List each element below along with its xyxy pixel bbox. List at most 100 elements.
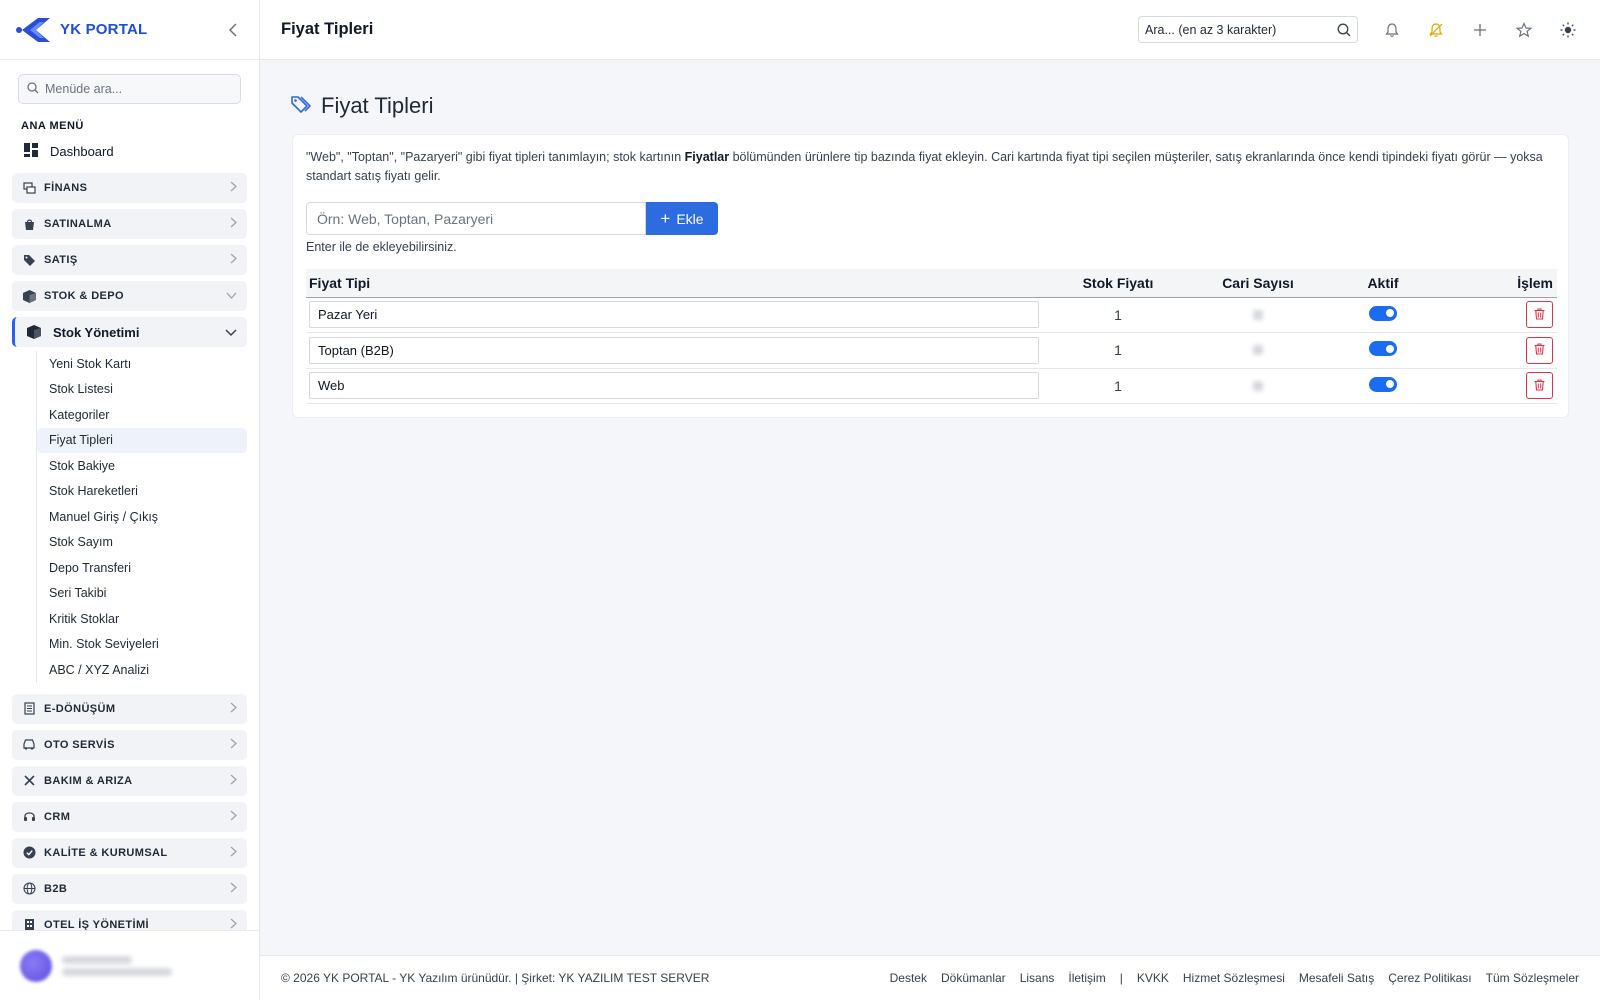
- sidebar-group-label: FİNANS: [44, 182, 88, 194]
- sidebar-group-satinalma[interactable]: SATINALMA: [12, 209, 247, 239]
- price-type-name-input[interactable]: [309, 372, 1039, 400]
- sidebar-subitem-yeni-stok-karti[interactable]: Yeni Stok Kartı: [37, 351, 247, 377]
- chevron-right-icon: [230, 882, 237, 896]
- user-info-redacted: [62, 952, 172, 980]
- sidebar-subitem-stok-hareketleri[interactable]: Stok Hareketleri: [37, 479, 247, 505]
- sidebar-subitem-abc-xyz-analizi[interactable]: ABC / XYZ Analizi: [37, 657, 247, 683]
- chevron-right-icon: [230, 846, 237, 860]
- footer-link-tum-sozlesmeler[interactable]: Tüm Sözleşmeler: [1486, 971, 1579, 985]
- car-icon: [22, 738, 36, 751]
- price-type-name-input[interactable]: [309, 336, 1039, 364]
- sidebar-group-label: B2B: [44, 882, 68, 895]
- price-type-name-input[interactable]: [309, 301, 1039, 329]
- sidebar-subitem-min-stok-seviyeleri[interactable]: Min. Stok Seviyeleri: [37, 632, 247, 658]
- delete-button[interactable]: [1526, 301, 1553, 329]
- sidebar: YK PORTAL ANA MENÜ Dashboard FİNANS SATIN…: [0, 0, 260, 1000]
- col-header-action: İşlem: [1517, 274, 1553, 291]
- sidebar-group-finans[interactable]: FİNANS: [12, 173, 247, 203]
- trash-icon: [1534, 378, 1545, 394]
- price-type-input[interactable]: [306, 202, 646, 235]
- sidebar-group-label: STOK & DEPO: [44, 290, 124, 302]
- sidebar-subitem-depo-transferi[interactable]: Depo Transferi: [37, 555, 247, 581]
- col-header-stock-price: Stok Fiyatı: [1082, 274, 1154, 291]
- sidebar-group-label: OTEL İŞ YÖNETİMİ: [44, 918, 150, 931]
- sidebar-item-stok-yonetimi[interactable]: Stok Yönetimi: [12, 317, 247, 347]
- global-search-input[interactable]: [1145, 22, 1325, 37]
- cell-stock-price: 1: [1048, 297, 1188, 333]
- add-row: + Ekle: [306, 202, 1555, 235]
- sidebar-group-label: SATINALMA: [44, 218, 112, 230]
- sidebar-subitem-fiyat-tipleri[interactable]: Fiyat Tipleri: [37, 427, 247, 453]
- menu-search: [18, 74, 241, 104]
- sidebar-item-dashboard[interactable]: Dashboard: [24, 140, 259, 162]
- plus-icon[interactable]: [1468, 18, 1492, 42]
- sidebar-subitem-stok-sayim[interactable]: Stok Sayım: [37, 530, 247, 556]
- sun-icon[interactable]: [1556, 18, 1580, 42]
- chevron-right-icon: [230, 702, 237, 716]
- purchase-icon: [22, 218, 36, 231]
- box-icon: [22, 289, 36, 303]
- search-icon[interactable]: [1337, 23, 1351, 37]
- menu-search-input[interactable]: [45, 82, 225, 96]
- page-title: Fiyat Tipleri: [281, 20, 374, 38]
- bell-icon[interactable]: [1380, 18, 1404, 42]
- top-bar: Fiyat Tipleri: [260, 0, 1600, 60]
- document-icon: [22, 702, 36, 715]
- finance-icon: [22, 181, 36, 195]
- table-header-row: Fiyat Tipi Stok Fiyatı Cari Sayısı Aktif…: [306, 269, 1557, 297]
- footer-link-mesafeli-satis[interactable]: Mesafeli Satış: [1299, 971, 1374, 985]
- sidebar-group-b2b[interactable]: B2B: [12, 873, 247, 904]
- star-icon[interactable]: [1512, 18, 1536, 42]
- cari-count-redacted: [1253, 345, 1263, 356]
- cell-active: [1328, 332, 1438, 369]
- cell-cari-count: [1188, 332, 1328, 369]
- chevron-down-icon: [225, 325, 237, 340]
- sidebar-group-e-donusum[interactable]: E-DÖNÜŞÜM: [12, 693, 247, 724]
- sidebar-group-oto-servis[interactable]: OTO SERVİS: [12, 729, 247, 760]
- active-toggle[interactable]: [1369, 376, 1397, 392]
- main-content: Fiyat Tipleri "Web", "Toptan", "Pazaryer…: [260, 60, 1600, 955]
- sidebar-subitem-stok-bakiye[interactable]: Stok Bakiye: [37, 453, 247, 479]
- sidebar-subitem-manuel-giris-cikis[interactable]: Manuel Giriş / Çıkış: [37, 504, 247, 530]
- tags-icon: [291, 95, 313, 118]
- bell-off-icon[interactable]: [1424, 18, 1448, 42]
- table-row: 1: [306, 297, 1557, 333]
- sidebar-subitem-kritik-stoklar[interactable]: Kritik Stoklar: [37, 606, 247, 632]
- active-toggle[interactable]: [1369, 305, 1397, 321]
- user-panel[interactable]: [0, 930, 259, 1000]
- sidebar-group-crm[interactable]: CRM: [12, 801, 247, 832]
- plus-icon: +: [660, 209, 671, 228]
- sidebar-subitem-seri-takibi[interactable]: Seri Takibi: [37, 581, 247, 607]
- sidebar-subitem-kategoriler[interactable]: Kategoriler: [37, 402, 247, 428]
- sidebar-group-bakim-ariza[interactable]: BAKIM & ARIZA: [12, 765, 247, 796]
- chevron-right-icon: [230, 774, 237, 788]
- footer-link-iletisim[interactable]: İletişim: [1068, 971, 1105, 985]
- footer-links: Destek Dökümanlar Lisans İletişim | KVKK Hizme…: [876, 971, 1579, 985]
- trash-icon: [1534, 342, 1545, 358]
- cell-action: [1438, 368, 1557, 404]
- page-heading-text: Fiyat Tipleri: [321, 93, 434, 118]
- chevron-right-icon: [230, 810, 237, 824]
- delete-button[interactable]: [1526, 336, 1553, 364]
- delete-button[interactable]: [1526, 372, 1553, 400]
- price-types-table: Fiyat Tipi Stok Fiyatı Cari Sayısı Aktif…: [306, 269, 1557, 404]
- sidebar-group-label: CRM: [44, 810, 71, 823]
- footer-link-lisans[interactable]: Lisans: [1020, 971, 1055, 985]
- footer-link-hizmet-sozlesmesi[interactable]: Hizmet Sözleşmesi: [1183, 971, 1285, 985]
- footer-link-destek[interactable]: Destek: [890, 971, 927, 985]
- add-button[interactable]: + Ekle: [646, 202, 718, 235]
- cell-stock-price: 1: [1048, 368, 1188, 404]
- cell-cari-count: [1188, 297, 1328, 333]
- footer-link-cerez-politikasi[interactable]: Çerez Politikası: [1388, 971, 1471, 985]
- sidebar-group-stok-depo[interactable]: STOK & DEPO: [12, 281, 247, 311]
- footer-link-kvkk[interactable]: KVKK: [1137, 971, 1169, 985]
- sidebar-group-label: OTO SERVİS: [44, 738, 115, 751]
- cell-name: [306, 297, 1048, 333]
- collapse-sidebar-button[interactable]: [223, 20, 243, 40]
- sidebar-group-label: KALİTE & KURUMSAL: [44, 846, 168, 859]
- sidebar-group-satis[interactable]: SATIŞ: [12, 245, 247, 275]
- sidebar-group-kalite-kurumsal[interactable]: KALİTE & KURUMSAL: [12, 837, 247, 868]
- footer-link-dokumanlar[interactable]: Dökümanlar: [941, 971, 1006, 985]
- sidebar-subitem-stok-listesi[interactable]: Stok Listesi: [37, 377, 247, 403]
- active-toggle[interactable]: [1369, 341, 1397, 357]
